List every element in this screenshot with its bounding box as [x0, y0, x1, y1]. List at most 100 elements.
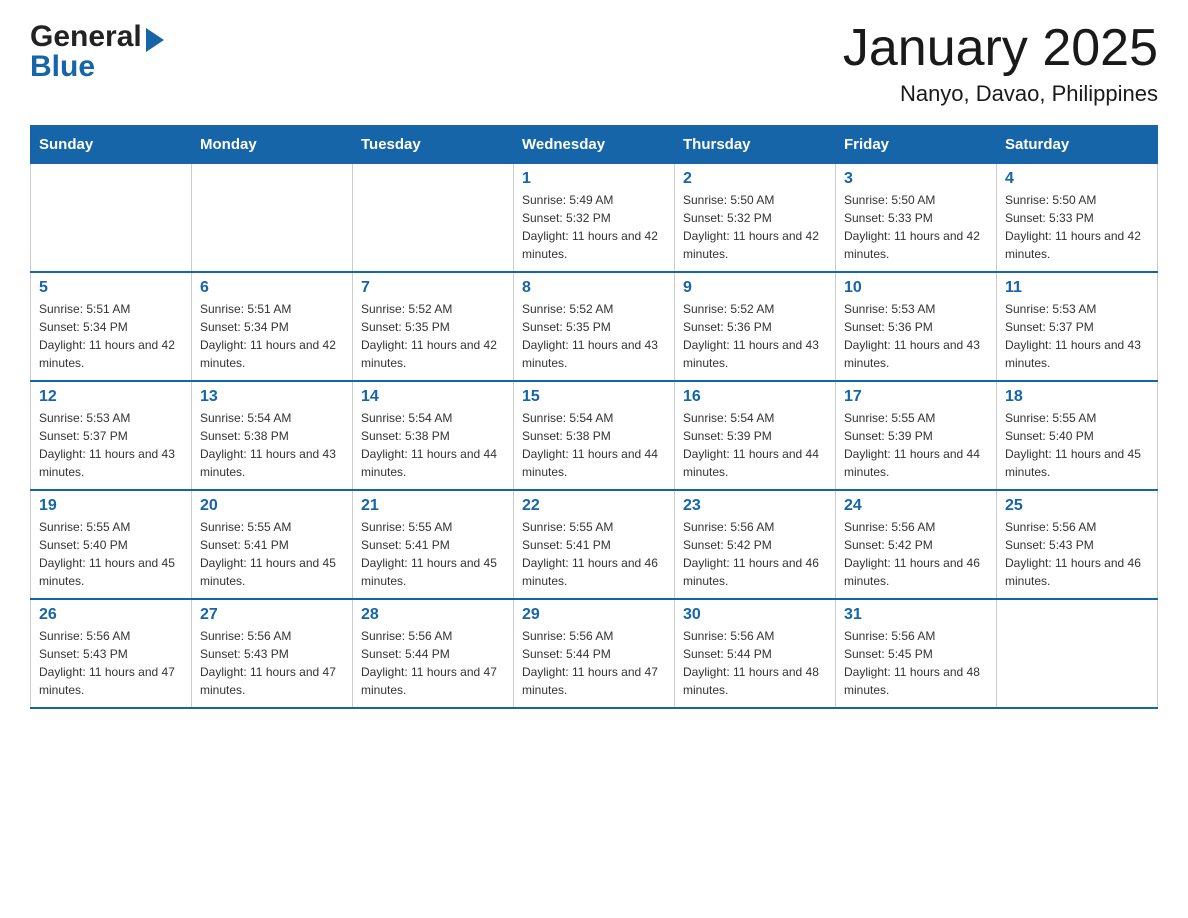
calendar-week-row: 12 Sunrise: 5:53 AM Sunset: 5:37 PM Dayli… [31, 381, 1158, 490]
page-header: General Blue January 2025 Nanyo, Davao, … [30, 20, 1158, 107]
calendar-cell: 6 Sunrise: 5:51 AM Sunset: 5:34 PM Daylig… [192, 272, 353, 381]
calendar-cell [192, 164, 353, 273]
calendar-cell: 24 Sunrise: 5:56 AM Sunset: 5:42 PM Dayli… [836, 490, 997, 599]
calendar-cell: 3 Sunrise: 5:50 AM Sunset: 5:33 PM Daylig… [836, 164, 997, 273]
calendar-cell: 21Sunrise: 5:55 AM Sunset: 5:41 PM Dayli… [353, 490, 514, 599]
day-info: Sunrise: 5:52 AM Sunset: 5:35 PM Dayligh… [522, 300, 666, 372]
calendar-cell: 23 Sunrise: 5:56 AM Sunset: 5:42 PM Dayli… [675, 490, 836, 599]
calendar-cell: 4Sunrise: 5:50 AM Sunset: 5:33 PM Daylig… [997, 164, 1158, 273]
day-info: Sunrise: 5:54 AM Sunset: 5:39 PM Dayligh… [683, 409, 827, 481]
calendar-week-row: 1 Sunrise: 5:49 AM Sunset: 5:32 PM Daylig… [31, 164, 1158, 273]
day-info: Sunrise: 5:56 AM Sunset: 5:44 PM Dayligh… [522, 627, 666, 699]
day-number: 22 [522, 497, 666, 515]
day-info: Sunrise: 5:56 AM Sunset: 5:43 PM Dayligh… [39, 627, 183, 699]
day-number: 31 [844, 606, 988, 624]
calendar-cell: 12 Sunrise: 5:53 AM Sunset: 5:37 PM Dayli… [31, 381, 192, 490]
day-number: 25 [1005, 497, 1149, 515]
calendar-cell: 9 Sunrise: 5:52 AM Sunset: 5:36 PM Daylig… [675, 272, 836, 381]
day-info: Sunrise: 5:49 AM Sunset: 5:32 PM Dayligh… [522, 191, 666, 263]
calendar-cell: 19 Sunrise: 5:55 AM Sunset: 5:40 PM Dayli… [31, 490, 192, 599]
day-number: 2 [683, 170, 827, 188]
calendar-cell: 17Sunrise: 5:55 AM Sunset: 5:39 PM Dayli… [836, 381, 997, 490]
calendar-week-row: 26 Sunrise: 5:56 AM Sunset: 5:43 PM Dayli… [31, 599, 1158, 708]
day-info: Sunrise: 5:55 AM Sunset: 5:40 PM Dayligh… [39, 518, 183, 590]
day-number: 6 [200, 279, 344, 297]
logo: General Blue [30, 20, 164, 84]
day-info: Sunrise: 5:55 AM Sunset: 5:41 PM Dayligh… [200, 518, 344, 590]
calendar-cell: 25 Sunrise: 5:56 AM Sunset: 5:43 PM Dayli… [997, 490, 1158, 599]
calendar-cell: 29Sunrise: 5:56 AM Sunset: 5:44 PM Dayli… [514, 599, 675, 708]
day-number: 21 [361, 497, 505, 515]
calendar-cell [353, 164, 514, 273]
day-number: 18 [1005, 388, 1149, 406]
day-info: Sunrise: 5:51 AM Sunset: 5:34 PM Dayligh… [39, 300, 183, 372]
day-number: 26 [39, 606, 183, 624]
day-number: 15 [522, 388, 666, 406]
day-info: Sunrise: 5:56 AM Sunset: 5:42 PM Dayligh… [844, 518, 988, 590]
day-number: 11 [1005, 279, 1149, 297]
day-number: 3 [844, 170, 988, 188]
day-info: Sunrise: 5:56 AM Sunset: 5:45 PM Dayligh… [844, 627, 988, 699]
day-number: 23 [683, 497, 827, 515]
day-header-saturday: Saturday [997, 126, 1158, 164]
calendar-cell: 31 Sunrise: 5:56 AM Sunset: 5:45 PM Dayli… [836, 599, 997, 708]
day-number: 16 [683, 388, 827, 406]
day-number: 30 [683, 606, 827, 624]
calendar-cell: 14Sunrise: 5:54 AM Sunset: 5:38 PM Dayli… [353, 381, 514, 490]
calendar-title: January 2025 [843, 20, 1158, 77]
title-block: January 2025 Nanyo, Davao, Philippines [843, 20, 1158, 107]
day-header-tuesday: Tuesday [353, 126, 514, 164]
day-info: Sunrise: 5:53 AM Sunset: 5:36 PM Dayligh… [844, 300, 988, 372]
day-number: 5 [39, 279, 183, 297]
calendar-cell: 30 Sunrise: 5:56 AM Sunset: 5:44 PM Dayli… [675, 599, 836, 708]
logo-general-text: General [30, 20, 142, 54]
day-info: Sunrise: 5:52 AM Sunset: 5:36 PM Dayligh… [683, 300, 827, 372]
calendar-cell: 26 Sunrise: 5:56 AM Sunset: 5:43 PM Dayli… [31, 599, 192, 708]
day-info: Sunrise: 5:56 AM Sunset: 5:44 PM Dayligh… [361, 627, 505, 699]
day-number: 8 [522, 279, 666, 297]
day-number: 12 [39, 388, 183, 406]
day-info: Sunrise: 5:55 AM Sunset: 5:41 PM Dayligh… [522, 518, 666, 590]
day-number: 24 [844, 497, 988, 515]
day-number: 10 [844, 279, 988, 297]
day-info: Sunrise: 5:50 AM Sunset: 5:33 PM Dayligh… [844, 191, 988, 263]
day-info: Sunrise: 5:50 AM Sunset: 5:33 PM Dayligh… [1005, 191, 1149, 263]
day-number: 19 [39, 497, 183, 515]
calendar-subtitle: Nanyo, Davao, Philippines [843, 81, 1158, 107]
day-number: 9 [683, 279, 827, 297]
day-info: Sunrise: 5:56 AM Sunset: 5:44 PM Dayligh… [683, 627, 827, 699]
calendar-cell: 15 Sunrise: 5:54 AM Sunset: 5:38 PM Dayli… [514, 381, 675, 490]
calendar-table: SundayMondayTuesdayWednesdayThursdayFrid… [30, 125, 1158, 709]
calendar-cell: 10 Sunrise: 5:53 AM Sunset: 5:36 PM Dayli… [836, 272, 997, 381]
day-info: Sunrise: 5:54 AM Sunset: 5:38 PM Dayligh… [522, 409, 666, 481]
day-info: Sunrise: 5:50 AM Sunset: 5:32 PM Dayligh… [683, 191, 827, 263]
calendar-cell: 5 Sunrise: 5:51 AM Sunset: 5:34 PM Daylig… [31, 272, 192, 381]
day-info: Sunrise: 5:51 AM Sunset: 5:34 PM Dayligh… [200, 300, 344, 372]
calendar-week-row: 5 Sunrise: 5:51 AM Sunset: 5:34 PM Daylig… [31, 272, 1158, 381]
calendar-cell: 20 Sunrise: 5:55 AM Sunset: 5:41 PM Dayli… [192, 490, 353, 599]
day-info: Sunrise: 5:53 AM Sunset: 5:37 PM Dayligh… [39, 409, 183, 481]
calendar-cell: 1 Sunrise: 5:49 AM Sunset: 5:32 PM Daylig… [514, 164, 675, 273]
day-header-friday: Friday [836, 126, 997, 164]
day-info: Sunrise: 5:56 AM Sunset: 5:42 PM Dayligh… [683, 518, 827, 590]
day-info: Sunrise: 5:56 AM Sunset: 5:43 PM Dayligh… [1005, 518, 1149, 590]
calendar-cell: 7Sunrise: 5:52 AM Sunset: 5:35 PM Daylig… [353, 272, 514, 381]
logo-blue-text: Blue [30, 50, 164, 84]
day-header-sunday: Sunday [31, 126, 192, 164]
calendar-cell: 8 Sunrise: 5:52 AM Sunset: 5:35 PM Daylig… [514, 272, 675, 381]
calendar-week-row: 19 Sunrise: 5:55 AM Sunset: 5:40 PM Dayli… [31, 490, 1158, 599]
calendar-cell: 16 Sunrise: 5:54 AM Sunset: 5:39 PM Dayli… [675, 381, 836, 490]
day-number: 13 [200, 388, 344, 406]
day-info: Sunrise: 5:53 AM Sunset: 5:37 PM Dayligh… [1005, 300, 1149, 372]
calendar-cell: 28Sunrise: 5:56 AM Sunset: 5:44 PM Dayli… [353, 599, 514, 708]
calendar-cell: 22 Sunrise: 5:55 AM Sunset: 5:41 PM Dayli… [514, 490, 675, 599]
day-header-wednesday: Wednesday [514, 126, 675, 164]
calendar-cell: 11 Sunrise: 5:53 AM Sunset: 5:37 PM Dayli… [997, 272, 1158, 381]
calendar-cell: 27Sunrise: 5:56 AM Sunset: 5:43 PM Dayli… [192, 599, 353, 708]
day-number: 20 [200, 497, 344, 515]
day-header-thursday: Thursday [675, 126, 836, 164]
day-number: 1 [522, 170, 666, 188]
logo-arrow-icon [146, 28, 164, 52]
day-number: 17 [844, 388, 988, 406]
calendar-cell [997, 599, 1158, 708]
